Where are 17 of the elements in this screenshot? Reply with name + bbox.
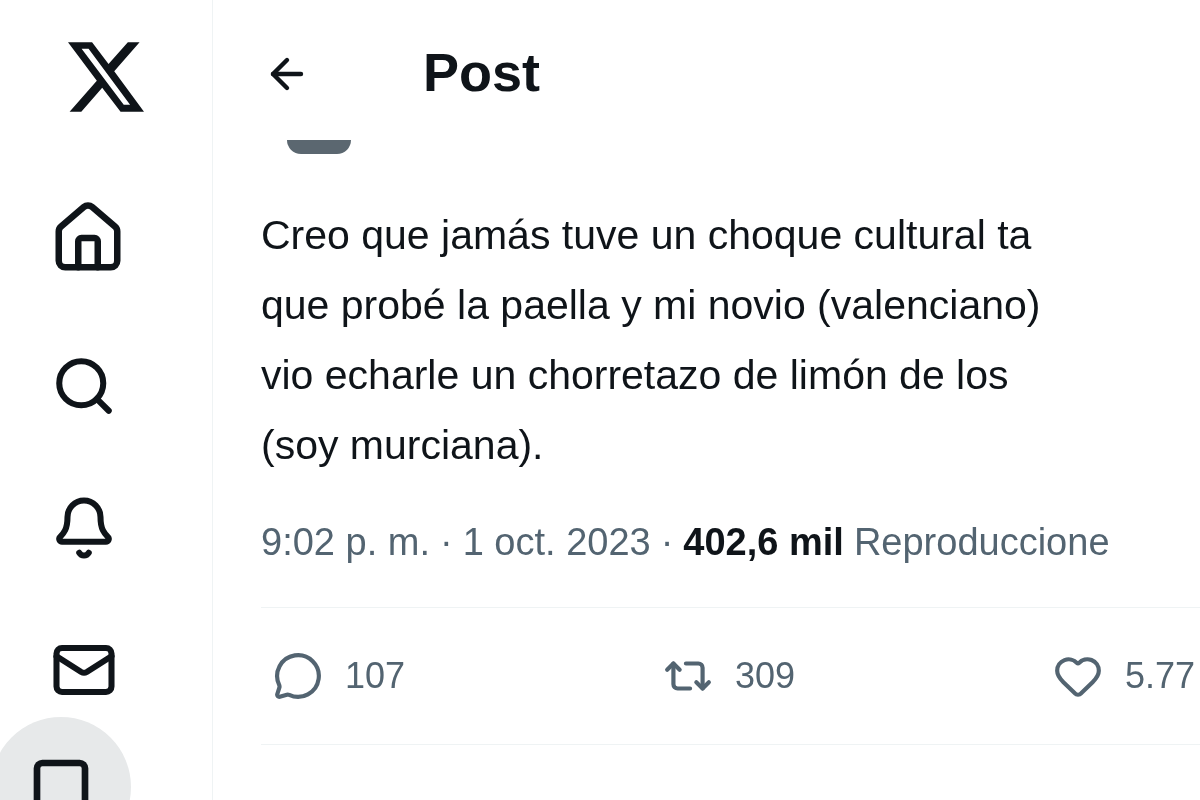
like-button[interactable]: 5.77 [1053, 649, 1200, 703]
post-text-line: que probé la paella y mi novio (valenciano) [261, 281, 1042, 330]
post-time[interactable]: 9:02 p. m. [261, 514, 430, 571]
post-text-line: vio echarle un chorretazo de limón de los [261, 351, 1010, 400]
post-date[interactable]: 1 oct. 2023 [462, 514, 651, 571]
post-text-line: Creo que jamás tuve un choque cultural ta [261, 211, 1033, 260]
views-count: 402,6 mil [683, 520, 844, 565]
avatar [287, 140, 351, 154]
page-title: Post [423, 41, 541, 104]
post-text-line: (soy murciana). [261, 421, 545, 470]
repost-button[interactable]: 309 [663, 649, 1053, 703]
separator-dot: · [660, 520, 674, 565]
x-logo-icon[interactable] [68, 42, 144, 112]
reply-button[interactable]: 107 [273, 649, 663, 703]
reply-icon [273, 651, 323, 701]
views-label: Reproduccione [853, 520, 1110, 565]
separator-dot: · [440, 520, 453, 565]
